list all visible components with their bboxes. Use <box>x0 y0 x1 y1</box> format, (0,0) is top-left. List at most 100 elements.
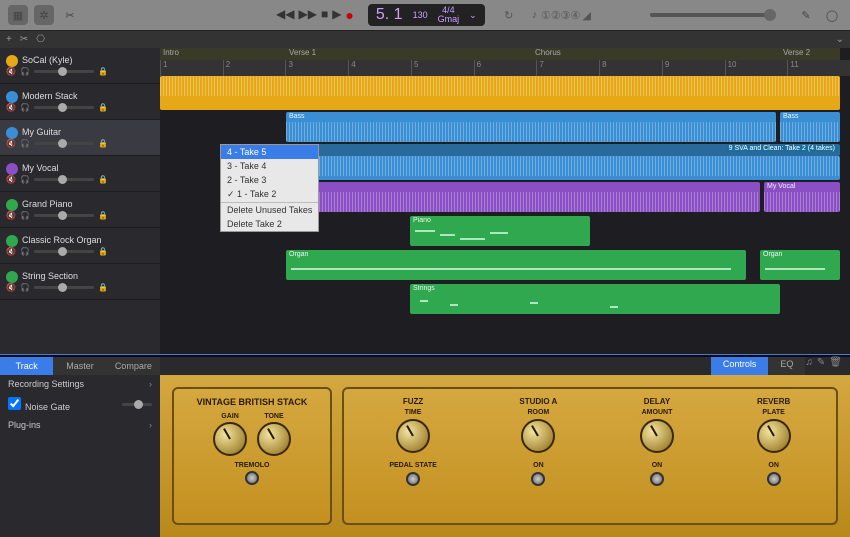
delete-icon[interactable]: 🗑 <box>829 357 842 375</box>
lock-icon[interactable]: 🔒 <box>98 283 108 292</box>
plugins-row[interactable]: Plug-ins› <box>0 416 160 434</box>
countdown-icon[interactable]: ①②③④ <box>551 5 571 25</box>
rewind-button[interactable]: ◀◀ <box>276 7 294 23</box>
volume-slider[interactable] <box>34 106 94 109</box>
volume-slider[interactable] <box>34 70 94 73</box>
headphones-icon[interactable]: 🎧 <box>20 67 30 76</box>
chevron-icon[interactable]: ⌄ <box>836 34 844 45</box>
volume-slider[interactable] <box>34 286 94 289</box>
noise-gate-row[interactable]: Noise Gate <box>0 393 160 416</box>
record-button[interactable]: ● <box>345 7 353 23</box>
forward-button[interactable]: ▶▶ <box>298 7 316 23</box>
play-button[interactable]: ▶ <box>332 7 341 23</box>
track-header[interactable]: SoCal (Kyle)🔇🎧🔒 <box>0 48 160 84</box>
midi-region[interactable]: Organ <box>760 250 840 280</box>
metronome-icon[interactable]: ◢ <box>577 5 597 25</box>
midi-region[interactable]: Strings <box>410 284 780 314</box>
arrange-area[interactable]: IntroVerse 1ChorusVerse 2 1234567891011 … <box>160 48 850 354</box>
effect-knob[interactable] <box>757 419 791 453</box>
midi-region[interactable]: Organ <box>286 250 746 280</box>
quick-help-icon[interactable]: ✲ <box>34 5 54 25</box>
mute-button[interactable]: 🔇 <box>6 247 16 256</box>
headphones-icon[interactable]: 🎧 <box>20 283 30 292</box>
volume-slider[interactable] <box>34 214 94 217</box>
headphones-icon[interactable]: 🎧 <box>20 211 30 220</box>
volume-slider[interactable] <box>34 142 94 145</box>
effect-toggle[interactable] <box>406 472 420 486</box>
audio-region[interactable] <box>298 156 840 180</box>
notes-icon[interactable]: ✎ <box>796 5 816 25</box>
tone-knob[interactable] <box>257 422 291 456</box>
audio-region[interactable] <box>160 76 840 110</box>
mute-button[interactable]: 🔇 <box>6 175 16 184</box>
headphones-icon[interactable]: 🎧 <box>20 175 30 184</box>
automation-icon[interactable]: ⎔ <box>36 34 45 45</box>
gain-knob[interactable] <box>213 422 247 456</box>
arrangement-marker[interactable]: Verse 1 <box>286 48 532 60</box>
sidebar-tab[interactable]: Compare <box>107 357 160 375</box>
loops-icon[interactable]: ◯ <box>822 5 842 25</box>
mute-button[interactable]: 🔇 <box>6 139 16 148</box>
track-header[interactable]: Grand Piano🔇🎧🔒 <box>0 192 160 228</box>
effect-knob[interactable] <box>521 419 555 453</box>
track-header[interactable]: String Section🔇🎧🔒 <box>0 264 160 300</box>
take-menu-action[interactable]: Delete Take 2 <box>221 217 318 231</box>
headphones-icon[interactable]: 🎧 <box>20 103 30 112</box>
midi-region[interactable]: Piano <box>410 216 590 246</box>
take-menu-item[interactable]: ✓ 1 - Take 2 <box>221 187 318 202</box>
effect-knob[interactable] <box>640 419 674 453</box>
lock-icon[interactable]: 🔒 <box>98 175 108 184</box>
effect-knob[interactable] <box>396 419 430 453</box>
effect-toggle[interactable] <box>531 472 545 486</box>
master-volume-slider[interactable] <box>650 13 770 17</box>
sidebar-tab[interactable]: Master <box>53 357 106 375</box>
scissors-icon[interactable]: ✂ <box>60 5 80 25</box>
volume-slider[interactable] <box>34 178 94 181</box>
stop-button[interactable]: ■ <box>321 7 328 23</box>
arrangement-marker[interactable]: Intro <box>160 48 286 60</box>
take-folder-region[interactable]: 9 SVA and Clean: Take 2 (4 takes) <box>298 144 840 156</box>
scissors-icon[interactable]: ✂ <box>20 34 28 45</box>
library-icon[interactable]: ▦ <box>8 5 28 25</box>
take-menu-action[interactable]: Delete Unused Takes <box>221 203 318 217</box>
audio-region[interactable]: Vocal <box>298 182 760 212</box>
sidebar-tab[interactable]: Track <box>0 357 53 375</box>
add-track-button[interactable]: + <box>6 34 12 45</box>
cycle-icon[interactable]: ↻ <box>499 5 519 25</box>
audio-region[interactable]: My Vocal <box>764 182 840 212</box>
volume-slider[interactable] <box>34 250 94 253</box>
noise-gate-slider[interactable] <box>122 403 152 406</box>
mute-button[interactable]: 🔇 <box>6 211 16 220</box>
recording-settings-row[interactable]: Recording Settings› <box>0 375 160 393</box>
controls-tab[interactable]: Controls <box>711 357 769 375</box>
track-header[interactable]: My Vocal🔇🎧🔒 <box>0 156 160 192</box>
lock-icon[interactable]: 🔒 <box>98 247 108 256</box>
mute-button[interactable]: 🔇 <box>6 283 16 292</box>
mute-button[interactable]: 🔇 <box>6 67 16 76</box>
effect-toggle[interactable] <box>650 472 664 486</box>
lock-icon[interactable]: 🔒 <box>98 67 108 76</box>
arpeggiator-icon[interactable]: ♫ <box>805 357 813 375</box>
lcd-chevron-icon[interactable]: ⌄ <box>469 11 477 20</box>
edit-icon[interactable]: ✎ <box>817 357 825 375</box>
lock-icon[interactable]: 🔒 <box>98 139 108 148</box>
lcd-display[interactable]: 5. 1 130 4/4Gmaj ⌄ <box>368 4 485 26</box>
lock-icon[interactable]: 🔒 <box>98 103 108 112</box>
eq-tab[interactable]: EQ <box>768 357 805 375</box>
headphones-icon[interactable]: 🎧 <box>20 247 30 256</box>
mute-button[interactable]: 🔇 <box>6 103 16 112</box>
audio-region[interactable]: Bass <box>286 112 776 142</box>
arrangement-marker[interactable]: Verse 2 <box>780 48 840 60</box>
arrangement-marker[interactable]: Chorus <box>532 48 780 60</box>
take-menu-item[interactable]: 3 - Take 4 <box>221 159 318 173</box>
track-header[interactable]: Modern Stack🔇🎧🔒 <box>0 84 160 120</box>
tremolo-toggle[interactable] <box>245 471 259 485</box>
lock-icon[interactable]: 🔒 <box>98 211 108 220</box>
noise-gate-checkbox[interactable] <box>8 397 21 410</box>
track-header[interactable]: My Guitar🔇🎧🔒 <box>0 120 160 156</box>
audio-region[interactable]: Bass <box>780 112 840 142</box>
ruler[interactable]: 1234567891011 <box>160 60 850 76</box>
headphones-icon[interactable]: 🎧 <box>20 139 30 148</box>
take-menu-item[interactable]: 2 - Take 3 <box>221 173 318 187</box>
effect-toggle[interactable] <box>767 472 781 486</box>
